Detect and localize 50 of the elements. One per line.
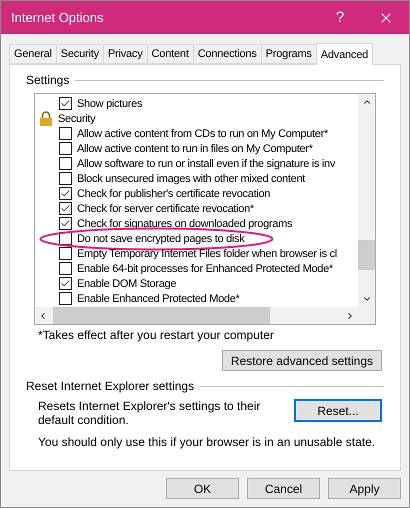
warning-text: You should only use this if your browser is in an unusable state. <box>38 435 376 449</box>
window-title: Internet Options <box>11 10 104 25</box>
option-label: Enable Enhanced Protected Mode* <box>77 292 240 304</box>
checkbox[interactable] <box>59 187 72 200</box>
option-label: Enable 64-bit processes for Enhanced Protected Mode* <box>77 262 333 274</box>
tab[interactable]: Programs <box>260 44 317 64</box>
option-label: Check for signatures on downloaded programs <box>77 218 292 230</box>
option-label: Check for server certificate revocation* <box>77 202 254 214</box>
dialog-button[interactable]: Apply <box>328 478 401 499</box>
option-label: Block unsecured images with other mixed content <box>77 172 306 184</box>
option-label: Show pictures <box>77 98 142 110</box>
horizontal-scrollbar[interactable] <box>35 307 358 324</box>
option-label: Allow active content to run in files on My Computer* <box>77 142 313 154</box>
tab[interactable]: Advanced <box>316 43 374 65</box>
vertical-scrollbar[interactable] <box>358 94 375 307</box>
help-button[interactable]: ? <box>317 1 363 34</box>
option-label: Enable DOM Storage <box>77 278 176 290</box>
restore-button[interactable]: Restore advanced settings <box>222 350 382 371</box>
description-text: Resets Internet Explorer's settings to their default condition. <box>38 399 262 427</box>
reset-button[interactable]: Reset... <box>294 399 382 422</box>
checkbox[interactable] <box>59 97 72 110</box>
option-label: Do not save encrypted pages to disk <box>77 232 244 244</box>
group-title: Reset Internet Explorer settings <box>26 379 194 393</box>
checkbox[interactable] <box>59 277 72 290</box>
checkbox[interactable] <box>59 247 72 260</box>
tab[interactable]: Connections <box>192 44 262 64</box>
tab[interactable]: General <box>9 44 57 64</box>
option-label: Allow software to run or install even if the signature is inv <box>77 158 336 170</box>
checkbox[interactable] <box>59 292 72 305</box>
option-label: Empty Temporary Internet Files folder when browser is cl <box>77 248 337 260</box>
scrollbar-thumb[interactable] <box>53 307 270 324</box>
checkbox[interactable] <box>59 172 72 185</box>
footnote-text: *Takes effect after you restart your computer <box>38 328 275 342</box>
checkbox[interactable] <box>59 217 72 230</box>
dialog-button[interactable]: OK <box>166 478 239 499</box>
checkbox[interactable] <box>59 127 72 140</box>
checkbox[interactable] <box>59 142 72 155</box>
tab[interactable]: Privacy <box>102 44 148 64</box>
option-label: Check for publisher's certificate revocation <box>77 188 270 200</box>
tab[interactable]: Content <box>146 44 194 64</box>
checkbox[interactable] <box>59 202 72 215</box>
dialog-button[interactable]: Cancel <box>247 478 320 499</box>
category-label: Security <box>58 112 96 124</box>
padlock-icon <box>39 111 53 126</box>
option-label: Allow active content from CDs to run on My Computer* <box>77 128 328 140</box>
checkbox[interactable] <box>59 157 72 170</box>
group-title: Settings <box>26 73 70 87</box>
scrollbar-thumb[interactable] <box>358 240 375 270</box>
tab[interactable]: Security <box>56 44 104 64</box>
checkbox[interactable] <box>59 262 72 275</box>
